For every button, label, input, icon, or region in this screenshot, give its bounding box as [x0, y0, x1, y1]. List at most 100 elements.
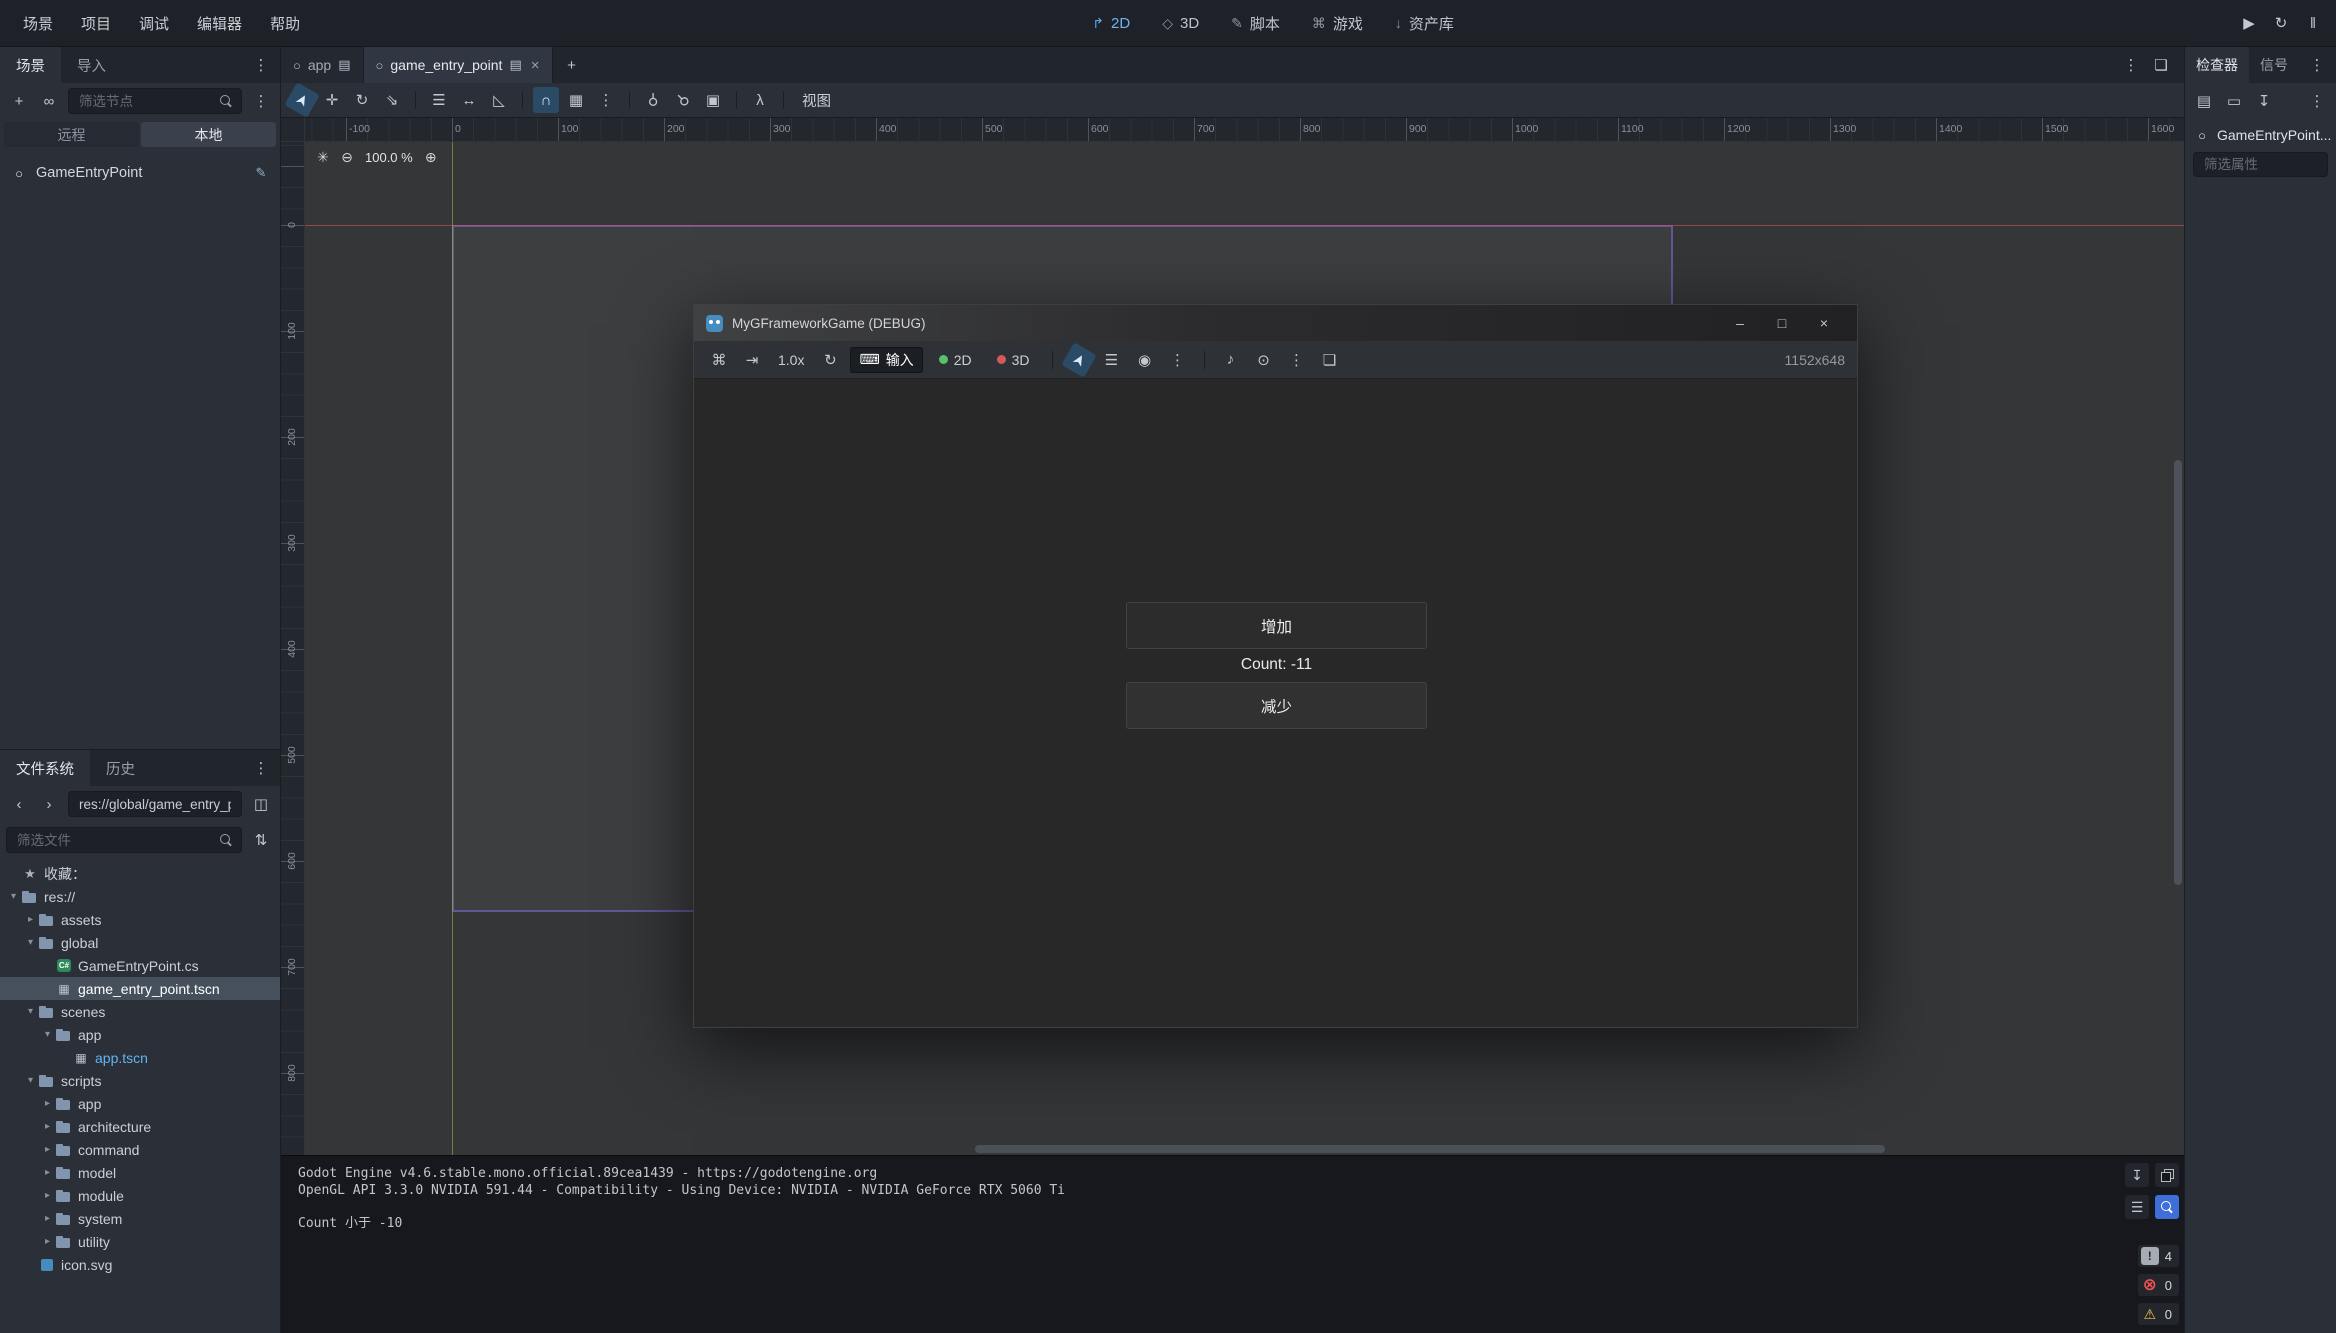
load-resource-icon[interactable]: ▭ — [2221, 88, 2247, 114]
file-item-app.tscn[interactable]: app.tscn — [0, 1046, 280, 1069]
distraction-free-mode-icon[interactable]: ❏ — [2148, 52, 2174, 78]
file-item-architecture[interactable]: architecture — [0, 1115, 280, 1138]
expand-arrow-icon[interactable] — [40, 1213, 55, 1224]
inspected-object-row[interactable]: ○ GameEntryPoint... — [2185, 119, 2336, 148]
expand-arrow-icon[interactable] — [23, 937, 38, 948]
messages-badge[interactable]: !4 — [2138, 1245, 2179, 1267]
output-list-icon[interactable]: ☰ — [2125, 1195, 2149, 1219]
copy-log-icon[interactable] — [2155, 1163, 2179, 1187]
new-resource-icon[interactable]: ▤ — [2191, 88, 2217, 114]
expand-arrow-icon[interactable] — [6, 891, 21, 902]
decrease-button[interactable]: 减少 — [1126, 682, 1427, 729]
scale-mode-icon[interactable]: ⇘ — [379, 87, 405, 113]
tab-import[interactable]: 导入 — [61, 47, 122, 83]
menu-debug[interactable]: 调试 — [126, 8, 182, 39]
expand-arrow-icon[interactable] — [40, 1098, 55, 1109]
scene-tabs-menu-icon[interactable]: ⋮ — [2118, 52, 2144, 78]
camera-3d-toggle[interactable]: 3D — [988, 349, 1039, 371]
file-item-icon.svg[interactable]: icon.svg — [0, 1253, 280, 1276]
file-item----[interactable]: 收藏： — [0, 862, 280, 885]
close-tab-icon[interactable]: × — [529, 57, 540, 74]
workspace-script[interactable]: ✎脚本 — [1231, 13, 1280, 34]
expand-arrow-icon[interactable] — [23, 1006, 38, 1017]
scene-tab-game-entry-point[interactable]: ○game_entry_point▤× — [364, 47, 553, 83]
game-window-titlebar[interactable]: MyGFrameworkGame (DEBUG) –□× — [694, 305, 1857, 341]
menu-project[interactable]: 项目 — [68, 8, 124, 39]
expand-arrow-icon[interactable] — [40, 1167, 55, 1178]
next-frame-icon[interactable]: ⇥ — [739, 347, 765, 373]
skeleton-options-icon[interactable]: λ — [747, 87, 773, 113]
reload-game-icon[interactable]: ↻ — [817, 347, 843, 373]
scene-node-gameentrypoint[interactable]: ○ GameEntryPoint ✎ — [0, 158, 280, 188]
visibility-icon[interactable]: ◉ — [1132, 347, 1158, 373]
vscroll-thumb[interactable] — [2174, 460, 2182, 885]
speed-select[interactable]: 1.0x — [772, 352, 810, 368]
group-selected-icon[interactable]: ▣ — [700, 87, 726, 113]
increase-button[interactable]: 增加 — [1126, 602, 1427, 649]
save-log-icon[interactable]: ↧ — [2125, 1163, 2149, 1187]
output-search-icon[interactable] — [2155, 1195, 2179, 1219]
ruler-mode-icon[interactable]: ◺ — [486, 87, 512, 113]
file-item-utility[interactable]: utility — [0, 1230, 280, 1253]
zoom-in-icon[interactable]: ⊕ — [421, 147, 441, 167]
pan-mode-icon[interactable]: ↔ — [456, 87, 482, 113]
lock-selected-icon[interactable]: ⚲ — [640, 87, 666, 113]
embed-options-icon[interactable]: ⋮ — [1284, 347, 1310, 373]
list-select-mode-icon[interactable]: ☰ — [426, 87, 452, 113]
remote-tab[interactable]: 远程 — [4, 122, 139, 147]
minimize-icon[interactable]: – — [1719, 309, 1761, 337]
file-item-scenes[interactable]: scenes — [0, 1000, 280, 1023]
zoom-out-icon[interactable]: ⊖ — [337, 147, 357, 167]
save-resource-icon[interactable]: ↧ — [2251, 88, 2277, 114]
select-mode-icon[interactable]: ➤ — [284, 82, 320, 118]
input-toggle[interactable]: ⌨输入 — [850, 347, 922, 373]
instance-scene-icon[interactable]: ∞ — [36, 88, 62, 114]
file-item-res---[interactable]: res:// — [0, 885, 280, 908]
maximize-icon[interactable]: □ — [1761, 309, 1803, 337]
grid-snap-icon[interactable]: ▦ — [563, 87, 589, 113]
file-item-system[interactable]: system — [0, 1207, 280, 1230]
menu-help[interactable]: 帮助 — [257, 8, 313, 39]
workspace-2d[interactable]: ↱2D — [1092, 15, 1130, 32]
file-item-command[interactable]: command — [0, 1138, 280, 1161]
move-mode-icon[interactable]: ✛ — [319, 87, 345, 113]
open-script-icon[interactable]: ✎ — [252, 164, 270, 182]
tab-inspector[interactable]: 检查器 — [2185, 47, 2249, 83]
path-input[interactable] — [77, 796, 233, 813]
expand-arrow-icon[interactable] — [40, 1121, 55, 1132]
resource-menu-icon[interactable]: ⋮ — [2304, 88, 2330, 114]
property-filter-input[interactable] — [2202, 156, 2319, 173]
node-icon[interactable]: ○ — [2193, 126, 2211, 144]
restart-icon[interactable]: ↻ — [2268, 10, 2294, 36]
snap-options-icon[interactable]: ⋮ — [593, 87, 619, 113]
expand-arrow-icon[interactable] — [40, 1190, 55, 1201]
rotate-mode-icon[interactable]: ↻ — [349, 87, 375, 113]
tab-filesystem[interactable]: 文件系统 — [0, 750, 90, 786]
scene-tab-app[interactable]: ○app▤ — [281, 47, 364, 83]
history-back-icon[interactable]: ‹ — [6, 791, 32, 817]
errors-badge[interactable]: ⊗0 — [2138, 1274, 2179, 1296]
add-scene-tab-icon[interactable]: + — [559, 52, 585, 78]
viewport-hscrollbar[interactable] — [305, 1143, 2172, 1155]
workspace-assetlib[interactable]: ↓资产库 — [1395, 13, 1454, 34]
expand-arrow-icon[interactable] — [40, 1029, 55, 1040]
scene-tree-menu-icon[interactable]: ⋮ — [248, 88, 274, 114]
tab-history[interactable]: 历史 — [90, 750, 151, 786]
camera-2d-toggle[interactable]: 2D — [930, 349, 981, 371]
file-item-assets[interactable]: assets — [0, 908, 280, 931]
workspace-3d[interactable]: ◇3D — [1162, 15, 1199, 32]
select-mode-icon[interactable]: ➤ — [1061, 342, 1097, 378]
file-item-gameentrypoint.cs[interactable]: GameEntryPoint.cs — [0, 954, 280, 977]
file-item-global[interactable]: global — [0, 931, 280, 954]
mute-audio-icon[interactable]: ♪ — [1218, 347, 1244, 373]
node-icon[interactable]: ○ — [10, 164, 28, 182]
play-icon[interactable]: ▶ — [2236, 10, 2262, 36]
expand-arrow-icon[interactable] — [40, 1144, 55, 1155]
filesystem-dock-menu-icon[interactable]: ⋮ — [248, 755, 274, 781]
warnings-badge[interactable]: ⚠0 — [2138, 1303, 2179, 1325]
expand-arrow-icon[interactable] — [23, 914, 38, 925]
expand-arrow-icon[interactable] — [40, 1236, 55, 1247]
add-node-icon[interactable]: + — [6, 88, 32, 114]
fullscreen-icon[interactable]: ❏ — [1317, 347, 1343, 373]
scene-dock-menu-icon[interactable]: ⋮ — [248, 52, 274, 78]
